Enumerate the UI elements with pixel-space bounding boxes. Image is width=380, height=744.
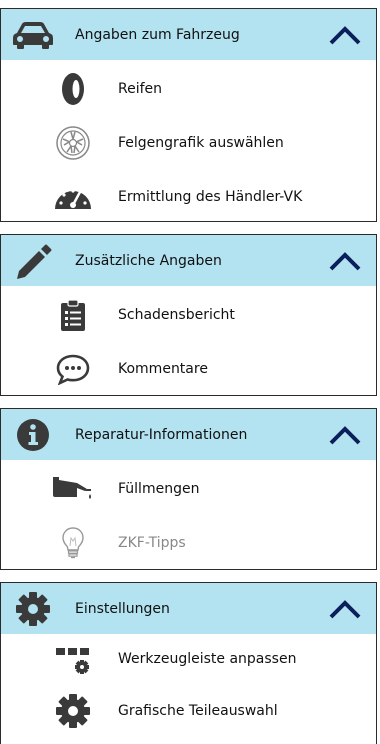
- section-title: Angaben zum Fahrzeug: [75, 26, 240, 43]
- menu-item-werkzeugleiste[interactable]: Werkzeugleiste anpassen: [1, 633, 376, 685]
- clipboard-icon: [50, 295, 96, 335]
- menu-item-label: Ermittlung des Händler-VK: [118, 189, 303, 205]
- menu-item-kommentare[interactable]: Kommentare: [1, 343, 376, 395]
- menu-item-schadensbericht[interactable]: Schadensbericht: [1, 289, 376, 341]
- section-vehicle-details: Angaben zum Fahrzeug Reifen Felgengrafik…: [0, 8, 377, 222]
- section-title: Reparatur-Informationen: [75, 426, 248, 443]
- car-icon: [11, 15, 55, 55]
- chevron-up-icon[interactable]: [328, 24, 362, 46]
- pencil-icon: [11, 241, 55, 281]
- section-header-vehicle-details[interactable]: Angaben zum Fahrzeug: [1, 9, 376, 60]
- chevron-up-icon[interactable]: [328, 598, 362, 620]
- gear-icon: [11, 589, 55, 629]
- section-title: Zusätzliche Angaben: [75, 252, 222, 269]
- gear-icon: [50, 691, 96, 731]
- section-header-repair-info[interactable]: Reparatur-Informationen: [1, 409, 376, 460]
- section-header-additional-info[interactable]: Zusätzliche Angaben: [1, 235, 376, 286]
- section-repair-info: Reparatur-Informationen Füllmengen ZKF-T…: [0, 408, 377, 570]
- toolbar-settings-icon: [50, 639, 96, 679]
- menu-item-label: Felgengrafik auswählen: [118, 135, 284, 151]
- menu-item-label: Werkzeugleiste anpassen: [118, 651, 297, 667]
- menu-item-label: ZKF-Tipps: [118, 535, 186, 551]
- menu-item-reifen[interactable]: Reifen: [1, 63, 376, 115]
- menu-item-felgengrafik[interactable]: Felgengrafik auswählen: [1, 117, 376, 169]
- lightbulb-icon: [50, 523, 96, 563]
- menu-item-zkf-tipps[interactable]: ZKF-Tipps: [1, 517, 376, 569]
- menu-item-grafische-teileauswahl[interactable]: Grafische Teileauswahl: [1, 685, 376, 737]
- section-title: Einstellungen: [75, 600, 170, 617]
- menu-item-label: Kommentare: [118, 361, 208, 377]
- speedometer-icon: [50, 177, 96, 217]
- oil-can-icon: [50, 469, 96, 509]
- menu-item-haendler-vk[interactable]: Ermittlung des Händler-VK: [1, 171, 376, 223]
- menu-item-fuellmengen[interactable]: Füllmengen: [1, 463, 376, 515]
- info-icon: [11, 415, 55, 455]
- chevron-up-icon[interactable]: [328, 424, 362, 446]
- rim-icon: [50, 123, 96, 163]
- section-additional-info: Zusätzliche Angaben Schadensbericht Komm…: [0, 234, 377, 396]
- menu-item-label: Schadensbericht: [118, 307, 235, 323]
- tire-icon: [50, 69, 96, 109]
- menu-item-label: Füllmengen: [118, 481, 200, 497]
- chevron-up-icon[interactable]: [328, 250, 362, 272]
- menu-item-label: Grafische Teileauswahl: [118, 703, 278, 719]
- menu-item-label: Reifen: [118, 81, 163, 97]
- section-header-settings[interactable]: Einstellungen: [1, 583, 376, 634]
- comment-icon: [50, 349, 96, 389]
- section-settings: Einstellungen Werkzeugleiste anpassen Gr…: [0, 582, 377, 744]
